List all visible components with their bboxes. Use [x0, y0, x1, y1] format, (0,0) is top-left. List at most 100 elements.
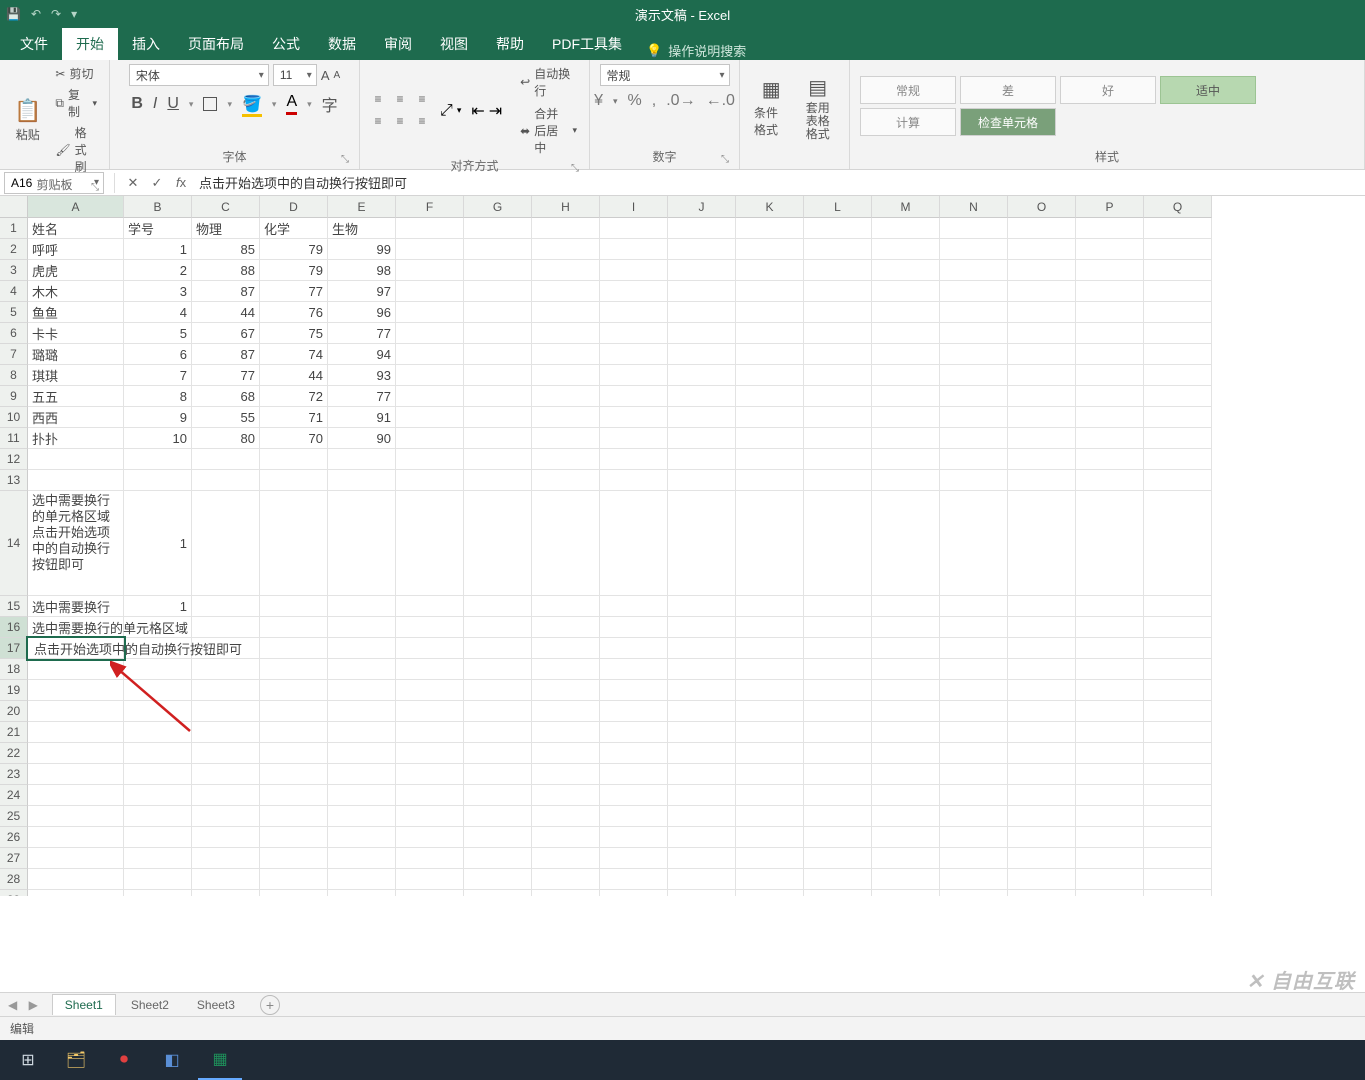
qat-more-icon[interactable]: ▾: [71, 7, 77, 21]
cell[interactable]: [532, 323, 600, 344]
borders-icon[interactable]: [203, 97, 217, 111]
cell[interactable]: [328, 743, 396, 764]
cell[interactable]: [1076, 239, 1144, 260]
cell[interactable]: [872, 428, 940, 449]
cell[interactable]: [872, 617, 940, 638]
cell[interactable]: [1008, 785, 1076, 806]
cell[interactable]: [668, 386, 736, 407]
cell[interactable]: [260, 785, 328, 806]
select-all-corner[interactable]: [0, 196, 28, 218]
cell[interactable]: [1144, 680, 1212, 701]
cell[interactable]: [736, 785, 804, 806]
cell[interactable]: [1008, 701, 1076, 722]
cell[interactable]: [600, 302, 668, 323]
cell[interactable]: [1076, 491, 1144, 596]
cell[interactable]: [872, 491, 940, 596]
cell[interactable]: [1076, 260, 1144, 281]
cell[interactable]: 3: [124, 281, 192, 302]
cell[interactable]: [1008, 743, 1076, 764]
cell[interactable]: [940, 596, 1008, 617]
file-explorer-icon[interactable]: 🗂: [54, 1040, 98, 1080]
column-header[interactable]: P: [1076, 196, 1144, 218]
cell[interactable]: [532, 848, 600, 869]
cell[interactable]: [600, 701, 668, 722]
cell[interactable]: [804, 218, 872, 239]
cell[interactable]: [1144, 470, 1212, 491]
cell[interactable]: [668, 785, 736, 806]
cell[interactable]: [532, 365, 600, 386]
cell[interactable]: [804, 764, 872, 785]
cell[interactable]: [396, 869, 464, 890]
increase-decimal-icon[interactable]: .0→: [666, 92, 695, 110]
cell[interactable]: 76: [260, 302, 328, 323]
cell[interactable]: [396, 827, 464, 848]
cell[interactable]: [804, 722, 872, 743]
cell[interactable]: [600, 827, 668, 848]
cell[interactable]: 10: [124, 428, 192, 449]
column-header[interactable]: K: [736, 196, 804, 218]
cell[interactable]: [1008, 344, 1076, 365]
row-header[interactable]: 19: [0, 680, 28, 701]
cell[interactable]: [1076, 386, 1144, 407]
cell[interactable]: [940, 617, 1008, 638]
cell[interactable]: [328, 449, 396, 470]
cell[interactable]: [532, 428, 600, 449]
cut-button[interactable]: ✂剪切: [51, 64, 101, 83]
cell[interactable]: [600, 743, 668, 764]
cell[interactable]: [736, 617, 804, 638]
cell[interactable]: [668, 218, 736, 239]
cell[interactable]: [1144, 617, 1212, 638]
cancel-edit-icon[interactable]: ✕: [121, 175, 145, 191]
cell[interactable]: [804, 428, 872, 449]
cell[interactable]: [464, 365, 532, 386]
cell[interactable]: [600, 659, 668, 680]
cell[interactable]: [1144, 764, 1212, 785]
cell[interactable]: [804, 638, 872, 659]
cell[interactable]: [260, 617, 328, 638]
cell[interactable]: [736, 869, 804, 890]
cell[interactable]: [192, 764, 260, 785]
ribbon-tab-4[interactable]: 公式: [258, 28, 314, 60]
style-good[interactable]: 好: [1060, 76, 1156, 104]
cell[interactable]: [260, 869, 328, 890]
decrease-font-icon[interactable]: A: [334, 70, 341, 81]
cell[interactable]: [532, 617, 600, 638]
cell[interactable]: 67: [192, 323, 260, 344]
cell[interactable]: 1: [124, 239, 192, 260]
increase-font-icon[interactable]: A: [321, 68, 330, 83]
cell[interactable]: [124, 470, 192, 491]
cell[interactable]: [1144, 701, 1212, 722]
row-header[interactable]: 11: [0, 428, 28, 449]
cell[interactable]: [872, 344, 940, 365]
cell[interactable]: [396, 281, 464, 302]
cell[interactable]: [668, 680, 736, 701]
cell[interactable]: [736, 449, 804, 470]
cell[interactable]: [260, 848, 328, 869]
cell[interactable]: [736, 701, 804, 722]
cell[interactable]: 97: [328, 281, 396, 302]
cell[interactable]: [940, 302, 1008, 323]
cell[interactable]: 化学: [260, 218, 328, 239]
worksheet-grid[interactable]: ABCDEFGHIJKLMNOPQ 1234567891011121314151…: [0, 196, 1365, 896]
cell[interactable]: [464, 827, 532, 848]
cell[interactable]: [872, 785, 940, 806]
cell[interactable]: [1008, 680, 1076, 701]
cell[interactable]: [328, 764, 396, 785]
cell[interactable]: [192, 680, 260, 701]
cell[interactable]: [668, 260, 736, 281]
cell[interactable]: [464, 806, 532, 827]
cell[interactable]: [192, 848, 260, 869]
cell[interactable]: [940, 386, 1008, 407]
cell[interactable]: [464, 428, 532, 449]
cell[interactable]: [1076, 890, 1144, 896]
cell[interactable]: 80: [192, 428, 260, 449]
cell[interactable]: [1076, 449, 1144, 470]
row-header[interactable]: 22: [0, 743, 28, 764]
cell[interactable]: [396, 680, 464, 701]
cell[interactable]: [532, 764, 600, 785]
save-icon[interactable]: 💾: [6, 7, 21, 21]
decrease-indent-icon[interactable]: ⇤: [471, 101, 484, 121]
cell[interactable]: [328, 617, 396, 638]
cell[interactable]: [1144, 428, 1212, 449]
undo-icon[interactable]: ↶: [31, 7, 41, 21]
